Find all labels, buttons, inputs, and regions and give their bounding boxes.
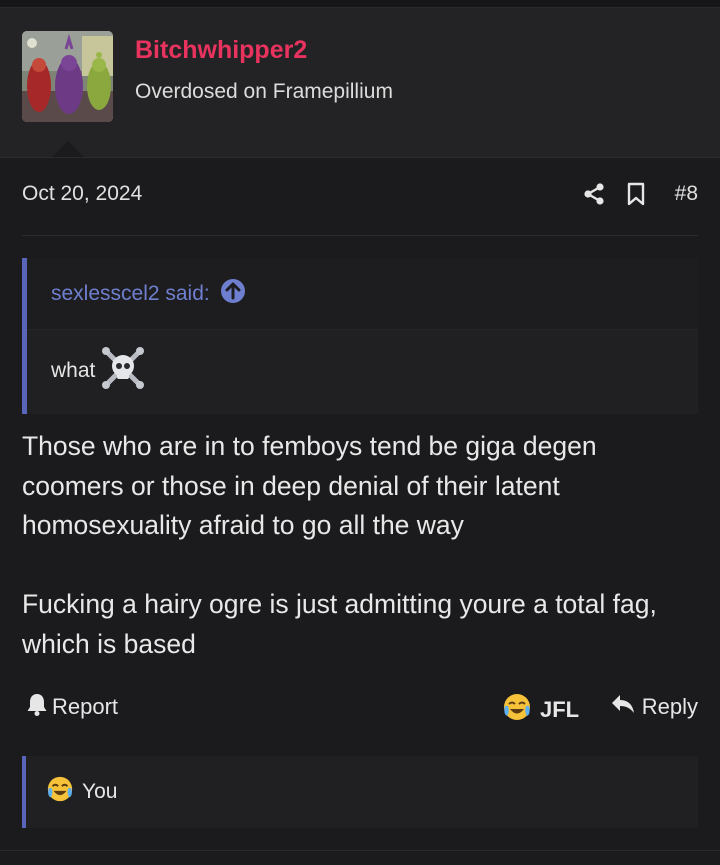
reactions-bar[interactable]: You <box>22 756 698 828</box>
skull-crossbones-icon <box>101 346 145 396</box>
quote-author[interactable]: sexlesscel2 said: <box>51 282 210 306</box>
body-line: which is based <box>22 628 196 659</box>
bell-icon <box>26 692 48 722</box>
body-line: homosexuality afraid to go all the way <box>22 510 464 540</box>
report-label: Report <box>52 694 119 719</box>
crying-laughing-icon <box>502 692 532 728</box>
bookmark-icon[interactable] <box>621 178 651 210</box>
body-line: coomers or those in deep denial of their… <box>22 470 560 501</box>
header-pointer <box>52 141 84 157</box>
body-line: Fucking a hairy ogre is just admitting y… <box>22 589 657 619</box>
post-actions: #8 <box>579 178 698 210</box>
reaction-label: JFL <box>540 697 580 722</box>
post-body: Those who are in to femboys tend be giga… <box>22 427 712 664</box>
avatar[interactable] <box>22 31 113 122</box>
report-button[interactable]: Report <box>26 692 118 722</box>
crying-laughing-icon <box>46 775 74 809</box>
post-user-header: Bitchwhipper2 Overdosed on Framepillium <box>0 8 720 158</box>
top-bar <box>0 0 720 8</box>
divider <box>22 235 698 236</box>
quote-text: what <box>51 359 96 382</box>
post-number-link[interactable]: #8 <box>675 182 698 206</box>
share-icon[interactable] <box>579 178 609 210</box>
reply-button[interactable]: Reply <box>610 692 698 722</box>
quote-header[interactable]: sexlesscel2 said: <box>27 258 698 330</box>
reply-label: Reply <box>641 694 698 719</box>
post-footer-actions: Report JFL Reply <box>22 692 698 728</box>
body-line: Those who are in to femboys tend be giga… <box>22 431 597 461</box>
username-link[interactable]: Bitchwhipper2 <box>135 36 307 65</box>
arrow-up-circle-icon[interactable] <box>220 278 246 310</box>
post-date[interactable]: Oct 20, 2024 <box>22 182 142 206</box>
user-title: Overdosed on Framepillium <box>135 80 393 103</box>
reply-arrow-icon <box>610 692 636 722</box>
reactions-summary[interactable]: You <box>82 780 117 804</box>
quote-block: sexlesscel2 said: what <box>22 258 698 414</box>
bottom-divider <box>0 850 720 851</box>
quote-content: what <box>27 330 698 396</box>
reaction-button[interactable]: JFL <box>502 692 579 728</box>
